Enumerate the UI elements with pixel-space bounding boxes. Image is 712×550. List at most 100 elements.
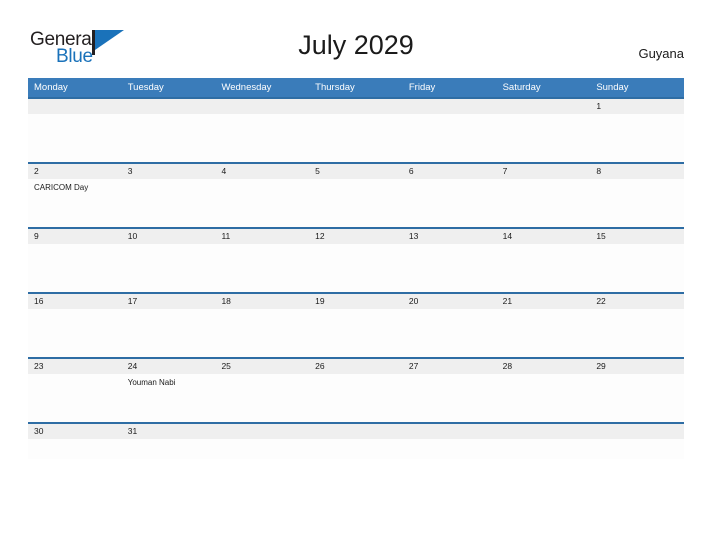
day-event <box>403 179 497 227</box>
day-number[interactable]: 20 <box>403 294 497 309</box>
day-event <box>403 114 497 162</box>
day-number[interactable]: 29 <box>590 359 684 374</box>
day-number[interactable] <box>497 99 591 114</box>
day-number[interactable] <box>309 99 403 114</box>
week-row: 2 3 4 5 6 7 8 CARICOM Day <box>28 162 684 227</box>
weekday-header-row: Monday Tuesday Wednesday Thursday Friday… <box>28 78 684 97</box>
day-number[interactable] <box>215 99 309 114</box>
day-number[interactable] <box>497 424 591 439</box>
day-number[interactable]: 14 <box>497 229 591 244</box>
day-event <box>309 439 403 459</box>
week-date-band: 9 10 11 12 13 14 15 <box>28 229 684 244</box>
day-event <box>590 114 684 162</box>
day-event <box>497 439 591 459</box>
page-title: July 2029 <box>298 30 414 60</box>
day-number[interactable]: 30 <box>28 424 122 439</box>
day-number[interactable]: 24 <box>122 359 216 374</box>
day-event <box>28 374 122 422</box>
day-event <box>28 309 122 357</box>
day-event <box>28 439 122 459</box>
day-number[interactable]: 25 <box>215 359 309 374</box>
day-event <box>122 179 216 227</box>
day-number[interactable] <box>590 424 684 439</box>
day-number[interactable] <box>122 99 216 114</box>
day-event <box>122 114 216 162</box>
day-number[interactable]: 2 <box>28 164 122 179</box>
day-number[interactable]: 31 <box>122 424 216 439</box>
weekday-thursday: Thursday <box>315 82 355 93</box>
day-event <box>497 374 591 422</box>
day-number[interactable]: 7 <box>497 164 591 179</box>
day-number[interactable] <box>309 424 403 439</box>
calendar-table: Monday Tuesday Wednesday Thursday Friday… <box>28 78 684 459</box>
day-number[interactable]: 4 <box>215 164 309 179</box>
week-event-band <box>28 114 684 162</box>
day-number[interactable]: 16 <box>28 294 122 309</box>
weekday-sunday: Sunday <box>596 82 629 93</box>
day-number[interactable]: 6 <box>403 164 497 179</box>
day-number[interactable]: 11 <box>215 229 309 244</box>
week-row: 16 17 18 19 20 21 22 <box>28 292 684 357</box>
week-event-band <box>28 244 684 292</box>
day-event <box>590 244 684 292</box>
day-event <box>215 374 309 422</box>
day-number[interactable]: 19 <box>309 294 403 309</box>
day-event <box>590 309 684 357</box>
day-number[interactable]: 12 <box>309 229 403 244</box>
day-number[interactable]: 8 <box>590 164 684 179</box>
weekday-wednesday: Wednesday <box>221 82 272 93</box>
day-number[interactable]: 23 <box>28 359 122 374</box>
day-event <box>590 179 684 227</box>
day-event <box>309 179 403 227</box>
week-date-band: 23 24 25 26 27 28 29 <box>28 359 684 374</box>
day-event <box>403 439 497 459</box>
day-event <box>215 114 309 162</box>
week-row: 1 <box>28 97 684 162</box>
page-header: General Blue July 2029 Guyana <box>0 0 712 67</box>
day-number[interactable] <box>28 99 122 114</box>
day-event <box>28 244 122 292</box>
week-row: 30 31 <box>28 422 684 459</box>
day-number[interactable]: 28 <box>497 359 591 374</box>
day-number[interactable]: 9 <box>28 229 122 244</box>
day-event <box>497 179 591 227</box>
day-event <box>309 244 403 292</box>
day-number[interactable]: 18 <box>215 294 309 309</box>
day-event <box>122 244 216 292</box>
day-number[interactable]: 5 <box>309 164 403 179</box>
day-event <box>122 309 216 357</box>
day-event: CARICOM Day <box>34 183 89 192</box>
day-event <box>215 244 309 292</box>
day-number[interactable]: 15 <box>590 229 684 244</box>
week-event-band <box>28 439 684 459</box>
day-number[interactable]: 1 <box>590 99 684 114</box>
day-event <box>497 244 591 292</box>
day-number[interactable] <box>215 424 309 439</box>
day-number[interactable] <box>403 99 497 114</box>
day-number[interactable] <box>403 424 497 439</box>
day-number[interactable]: 13 <box>403 229 497 244</box>
day-event <box>309 374 403 422</box>
day-event <box>215 439 309 459</box>
day-number[interactable]: 10 <box>122 229 216 244</box>
day-number[interactable]: 26 <box>309 359 403 374</box>
day-event <box>403 244 497 292</box>
day-number[interactable]: 3 <box>122 164 216 179</box>
day-number[interactable]: 27 <box>403 359 497 374</box>
week-date-band: 30 31 <box>28 424 684 439</box>
week-date-band: 2 3 4 5 6 7 8 <box>28 164 684 179</box>
day-number[interactable]: 21 <box>497 294 591 309</box>
day-number[interactable]: 17 <box>122 294 216 309</box>
week-row: 9 10 11 12 13 14 15 <box>28 227 684 292</box>
day-event <box>215 309 309 357</box>
weekday-friday: Friday <box>408 82 436 93</box>
weekday-tuesday: Tuesday <box>127 82 164 93</box>
week-date-band: 1 <box>28 99 684 114</box>
week-row: 23 24 25 26 27 28 29 Youman Nabi <box>28 357 684 422</box>
day-event: Youman Nabi <box>127 378 176 387</box>
weekday-saturday: Saturday <box>502 82 541 93</box>
day-number[interactable]: 22 <box>590 294 684 309</box>
week-date-band: 16 17 18 19 20 21 22 <box>28 294 684 309</box>
day-event <box>309 114 403 162</box>
calendar-page: General Blue July 2029 Guyana Monday Tue… <box>0 0 712 550</box>
